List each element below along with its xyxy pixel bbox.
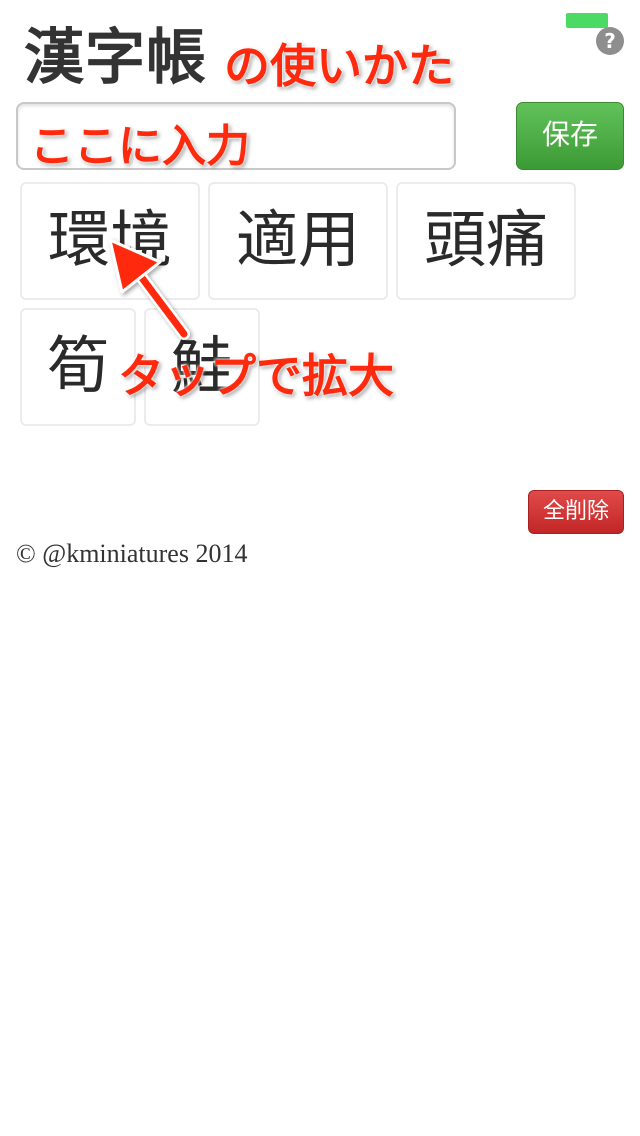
annotation-arrow-icon [108, 238, 190, 340]
annotation-input-here: ここに入力 [30, 121, 250, 172]
annotation-tap-to-zoom: タップで拡大 [118, 349, 394, 403]
app-screen: ? 漢字帳 の使いかた ここに入力 保存 環境 適用 頭痛 筍 鮭 タップで拡大… [0, 0, 640, 1136]
